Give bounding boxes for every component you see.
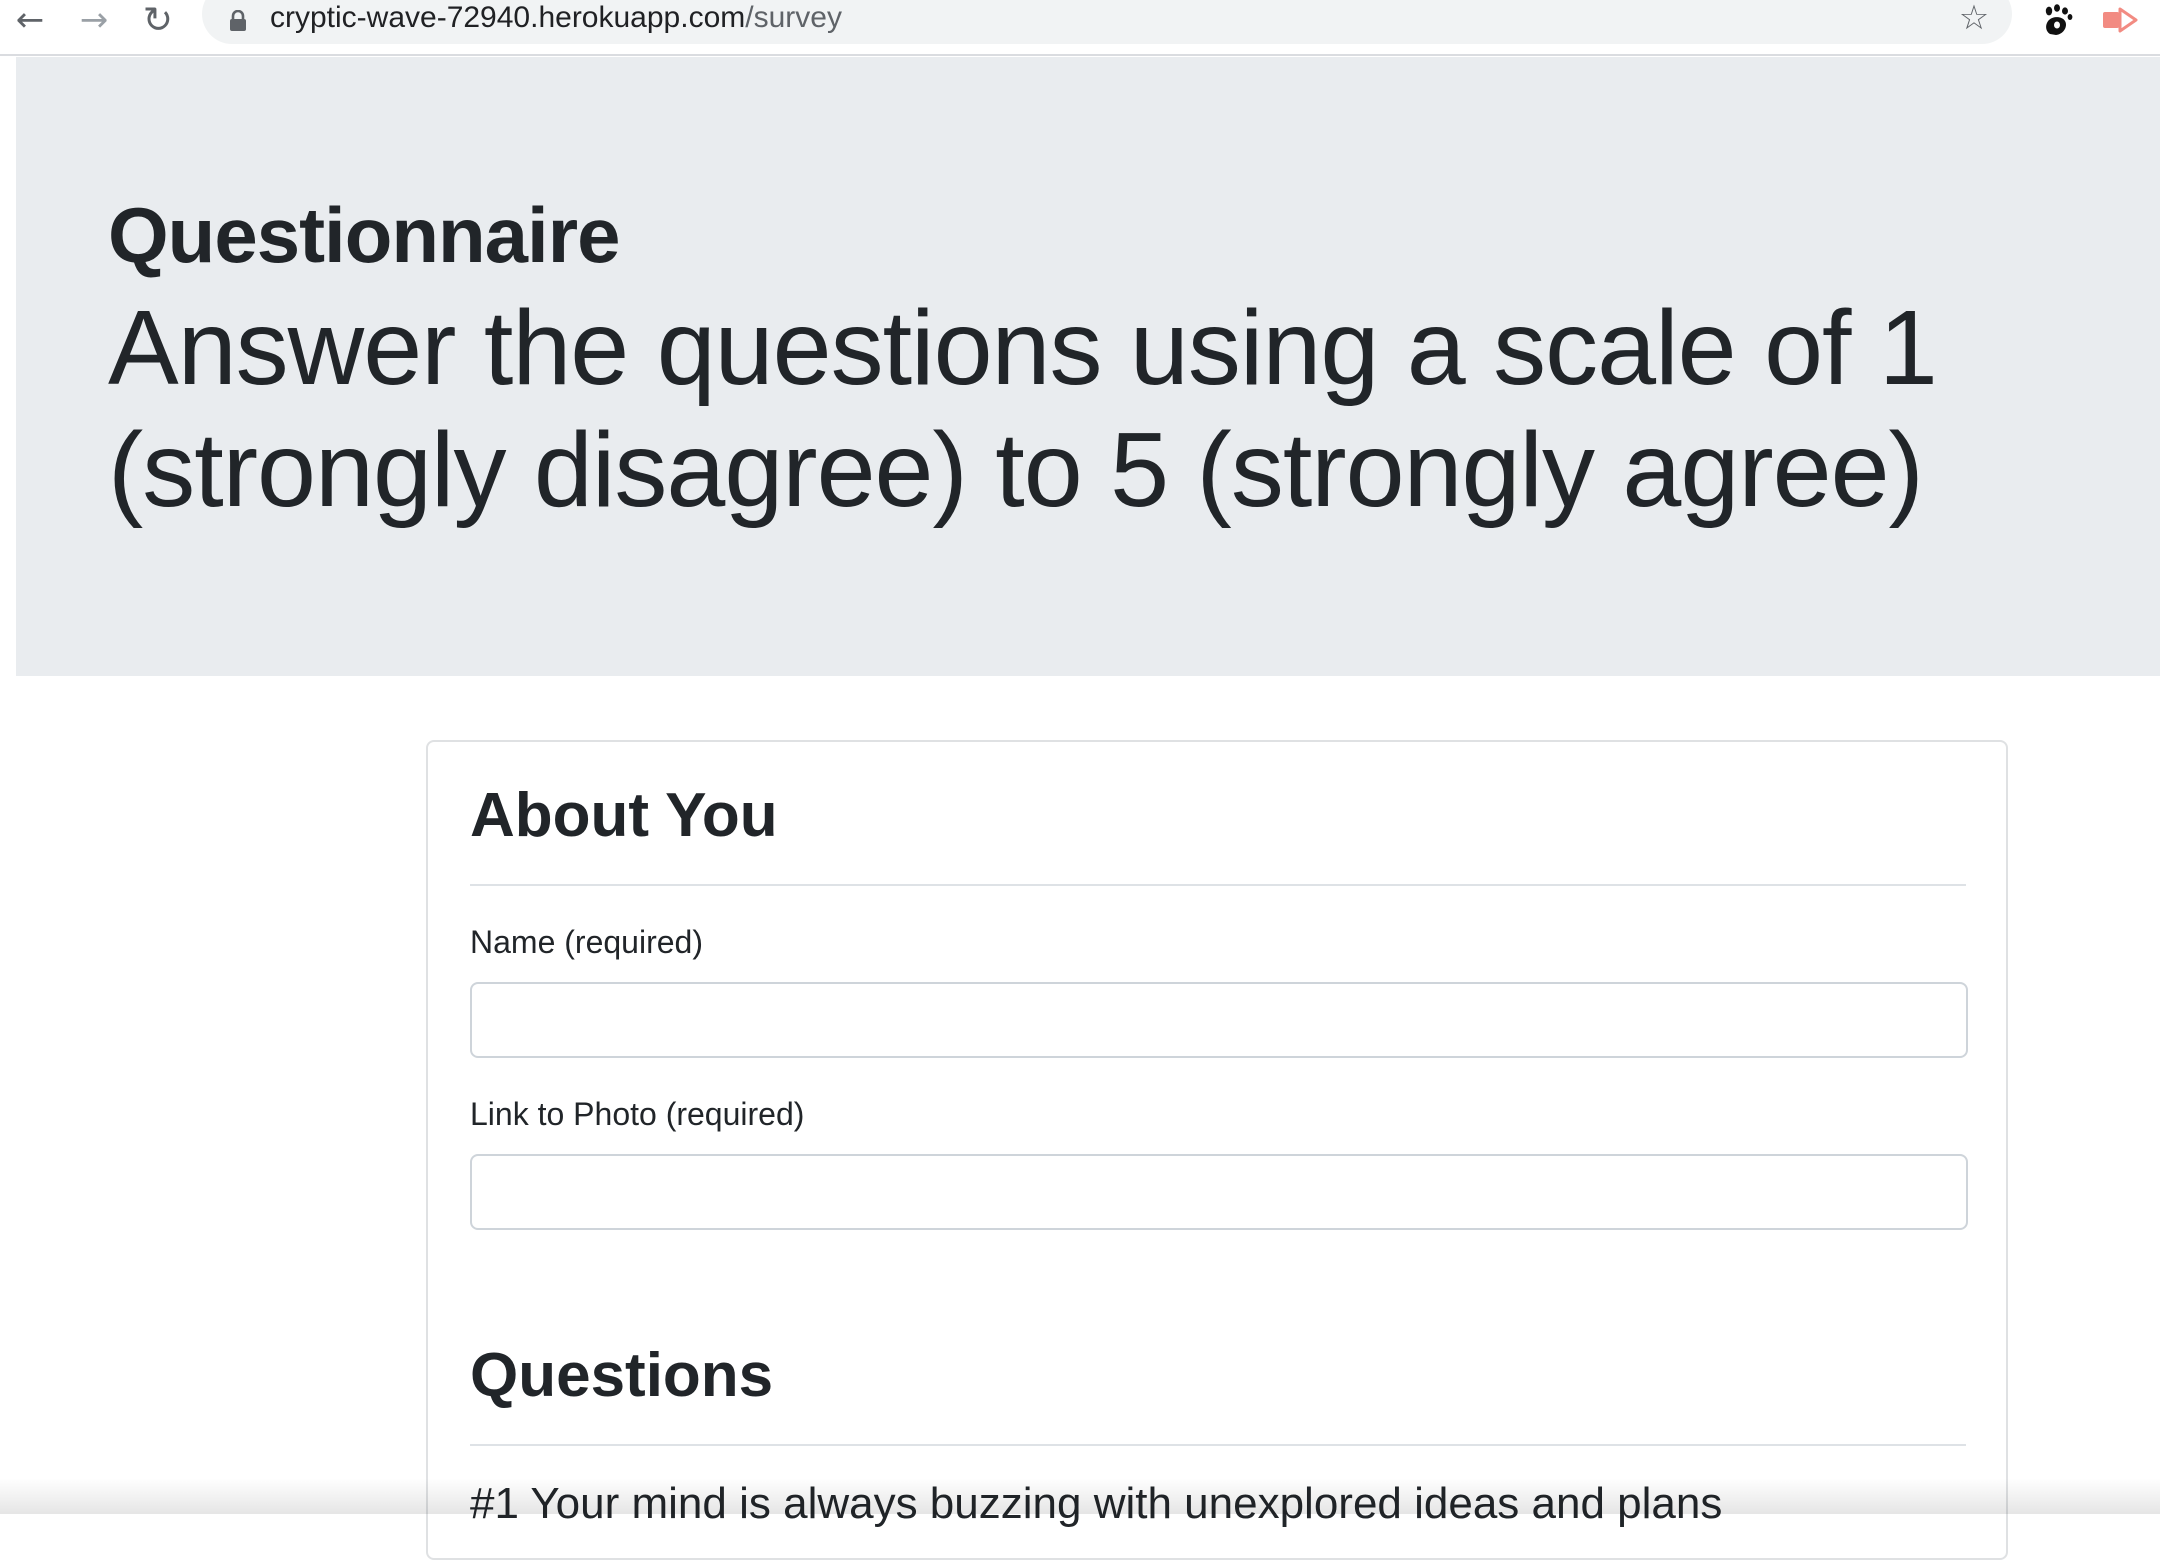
survey-card: About You Name (required) Link to Photo …	[426, 740, 2008, 1560]
question-1-text: #1 Your mind is always buzzing with unex…	[470, 1479, 1723, 1528]
forward-arrow-icon[interactable]: →	[70, 0, 118, 40]
url-domain: cryptic-wave-72940.herokuapp.com	[270, 1, 746, 34]
section-divider	[470, 1444, 1966, 1446]
gnome-extension-icon[interactable]	[2036, 0, 2080, 40]
reload-icon[interactable]: ↻	[134, 0, 182, 41]
questions-heading: Questions	[470, 1341, 774, 1410]
name-input[interactable]	[470, 982, 1968, 1058]
lock-icon	[230, 10, 246, 31]
back-arrow-icon[interactable]: ←	[6, 0, 54, 40]
photo-link-label: Link to Photo (required)	[470, 1096, 805, 1132]
gnome-foot-icon	[2045, 4, 2073, 35]
cast-extension-icon[interactable]	[2098, 0, 2142, 40]
jumbotron: Questionnaire Answer the questions using…	[16, 57, 2160, 676]
section-divider	[470, 884, 1966, 886]
name-label: Name (required)	[470, 924, 703, 960]
about-you-heading: About You	[470, 781, 778, 850]
url-text[interactable]: cryptic-wave-72940.herokuapp.com/survey	[270, 0, 842, 36]
url-path: /survey	[745, 1, 842, 34]
bookmark-star-icon[interactable]: ☆	[1954, 0, 1994, 38]
browser-toolbar: ← → ↻ cryptic-wave-72940.herokuapp.com/s…	[0, 0, 2160, 56]
cast-arrow-icon	[2103, 7, 2138, 33]
page-title: Questionnaire	[108, 191, 620, 279]
instructions-lead: Answer the questions using a scale of 1 …	[108, 289, 1938, 529]
photo-link-input[interactable]	[470, 1154, 1968, 1230]
address-bar[interactable]: cryptic-wave-72940.herokuapp.com/survey …	[202, 0, 2012, 44]
